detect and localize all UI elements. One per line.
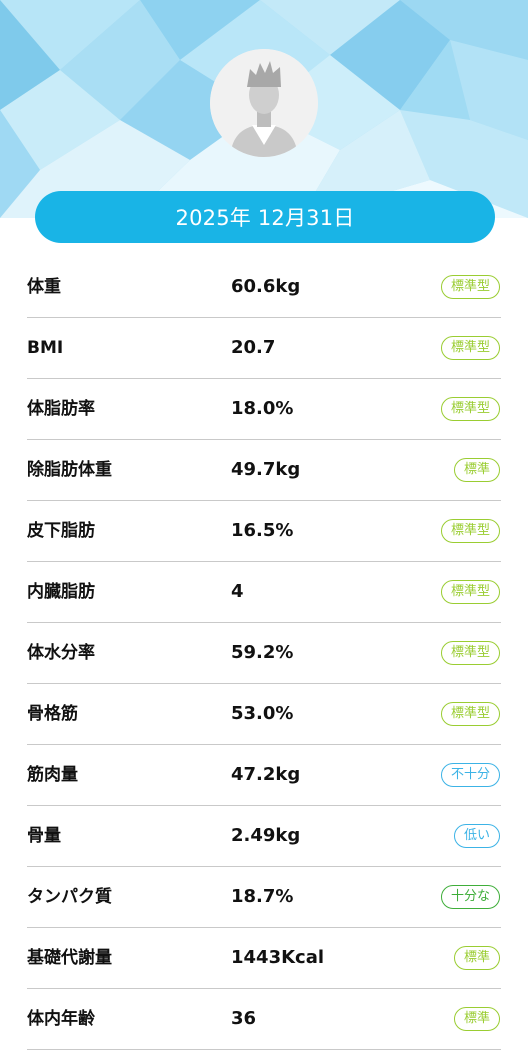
metric-row[interactable]: 体内年齢 36 標準 xyxy=(27,989,501,1050)
metric-label: 体水分率 xyxy=(27,643,95,663)
metric-value: 4 xyxy=(231,581,244,602)
status-badge: 標準 xyxy=(453,458,500,482)
metric-row[interactable]: 皮下脂肪 16.5% 標準型 xyxy=(27,501,501,562)
metric-row[interactable]: 基礎代謝量 1443Kcal 標準 xyxy=(27,928,501,989)
metric-label: 基礎代謝量 xyxy=(27,948,112,968)
metric-row[interactable]: 内臓脂肪 4 標準型 xyxy=(27,562,501,623)
metric-label: 内臓脂肪 xyxy=(27,582,95,602)
date-label: 2025年 12月31日 xyxy=(175,206,355,230)
metric-row[interactable]: 除脂肪体重 49.7kg 標準 xyxy=(27,440,501,501)
metric-label: 体重 xyxy=(27,277,61,297)
status-badge: 標準 xyxy=(453,1007,500,1031)
metric-label: BMI xyxy=(27,338,64,358)
metric-row[interactable]: 骨量 2.49kg 低い xyxy=(27,806,501,867)
status-badge: 標準型 xyxy=(440,519,500,543)
metric-label: 筋肉量 xyxy=(27,765,78,785)
status-badge: 標準型 xyxy=(440,336,500,360)
metric-value: 53.0% xyxy=(231,703,294,724)
metric-value: 60.6kg xyxy=(231,276,301,297)
metric-label: 体脂肪率 xyxy=(27,399,95,419)
status-badge: 十分な xyxy=(440,885,500,909)
metric-label: 骨量 xyxy=(27,826,61,846)
metric-row[interactable]: 骨格筋 53.0% 標準型 xyxy=(27,684,501,745)
metric-value: 59.2% xyxy=(231,642,294,663)
date-header[interactable]: 2025年 12月31日 xyxy=(35,191,495,243)
metric-value: 18.7% xyxy=(231,886,294,907)
metric-row[interactable]: BMI 20.7 標準型 xyxy=(27,318,501,379)
metric-label: 皮下脂肪 xyxy=(27,521,95,541)
metric-row[interactable]: タンパク質 18.7% 十分な xyxy=(27,867,501,928)
user-avatar-icon[interactable] xyxy=(210,49,318,157)
status-badge: 標準型 xyxy=(440,580,500,604)
metric-label: タンパク質 xyxy=(27,887,112,907)
status-badge: 標準型 xyxy=(440,641,500,665)
metric-row[interactable]: 体水分率 59.2% 標準型 xyxy=(27,623,501,684)
status-badge: 標準 xyxy=(453,946,500,970)
metric-row[interactable]: 体重 60.6kg 標準型 xyxy=(27,257,501,318)
metric-value: 47.2kg xyxy=(231,764,301,785)
metric-value: 1443Kcal xyxy=(231,947,325,968)
metric-label: 体内年齢 xyxy=(27,1009,95,1029)
status-badge: 標準型 xyxy=(440,702,500,726)
metric-label: 除脂肪体重 xyxy=(27,460,112,480)
status-badge: 低い xyxy=(453,824,500,848)
metric-value: 2.49kg xyxy=(231,825,301,846)
metrics-list: 体重 60.6kg 標準型 BMI 20.7 標準型 体脂肪率 18.0% 標準型 除脂肪体重 49… xyxy=(27,257,501,1050)
status-badge: 不十分 xyxy=(440,763,500,787)
status-badge: 標準型 xyxy=(440,397,500,421)
metric-value: 36 xyxy=(231,1008,257,1029)
metric-value: 18.0% xyxy=(231,398,294,419)
status-badge: 標準型 xyxy=(440,275,500,299)
metric-value: 20.7 xyxy=(231,337,276,358)
metric-row[interactable]: 筋肉量 47.2kg 不十分 xyxy=(27,745,501,806)
metric-value: 16.5% xyxy=(231,520,294,541)
metric-value: 49.7kg xyxy=(231,459,301,480)
metric-label: 骨格筋 xyxy=(27,704,78,724)
metric-row[interactable]: 体脂肪率 18.0% 標準型 xyxy=(27,379,501,440)
